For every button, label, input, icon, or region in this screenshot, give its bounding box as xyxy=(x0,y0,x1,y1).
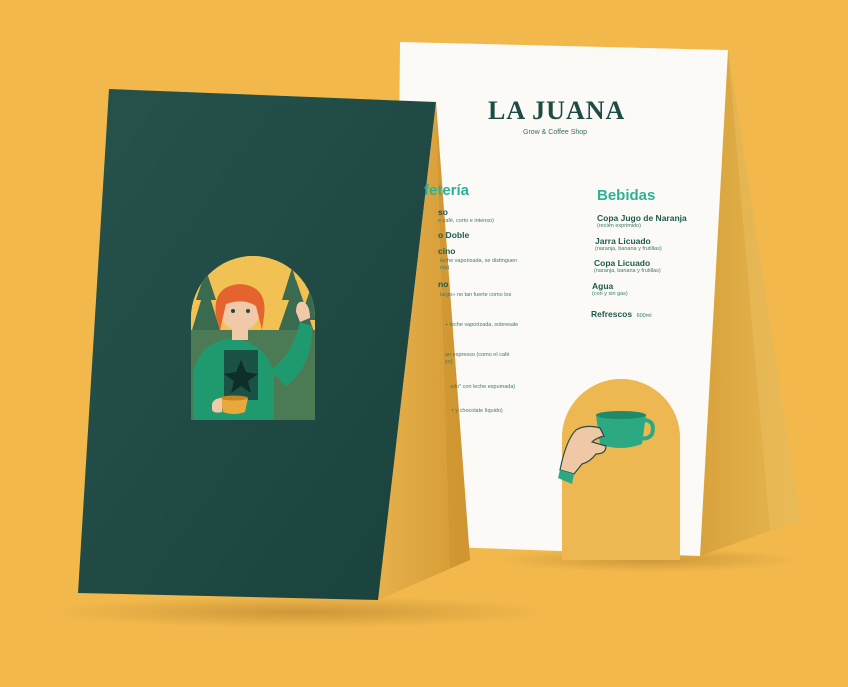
bebidas-item-name: Jarra Licuado xyxy=(595,236,651,246)
cafeteria-line: e café, corto e intenso) xyxy=(438,218,494,224)
bebidas-item-name: Agua xyxy=(592,281,614,291)
bebidas-section-title: Bebidas xyxy=(597,187,656,204)
cafeteria-line: + leche vaporizada, sobresale xyxy=(445,322,519,328)
cafeteria-line: r y chocolate líquido) xyxy=(452,408,503,414)
bebidas-item-name: Copa Jugo de Naranja xyxy=(597,213,687,223)
bebidas-item-name: Refrescos xyxy=(591,309,633,319)
cafeteria-line: yo) xyxy=(445,359,453,365)
brand-logo: LA JUANA xyxy=(488,96,626,125)
menu-tent-scene xyxy=(50,42,800,628)
cafeteria-line: no xyxy=(438,279,449,289)
cafeteria-line: res) xyxy=(440,265,450,271)
brand-tagline: Grow & Coffee Shop xyxy=(523,129,588,136)
bebidas-item-refrescos: Refrescos 600ml xyxy=(591,304,652,322)
cover-shadow xyxy=(50,596,550,628)
cafeteria-line: so xyxy=(438,207,448,217)
cafeteria-line: leche vaporizada, se distinguen xyxy=(440,258,518,264)
barista-portrait-illustration xyxy=(191,256,315,420)
cafeteria-line: o Doble xyxy=(438,230,470,240)
cafeteria-line: ado" con leche espumada) xyxy=(450,384,516,390)
bebidas-item-desc: (recién exprimido) xyxy=(597,223,642,229)
bebidas-item-desc: (naranja, banana y frutillas) xyxy=(594,268,661,274)
bebidas-item-desc: (naranja, banana y frutillas) xyxy=(595,246,662,252)
bebidas-item-price: 600ml xyxy=(636,313,652,319)
bebidas-item-desc: (con y sin gas) xyxy=(592,291,628,297)
cafeteria-line: an espresso (como el café xyxy=(445,352,510,358)
bebidas-item-name: Copa Licuado xyxy=(594,258,651,268)
cafeteria-line: largo» no tan fuerte como los xyxy=(440,292,512,298)
cafeteria-line: cino xyxy=(438,246,456,256)
cafeteria-section-title: fetería xyxy=(424,182,470,199)
